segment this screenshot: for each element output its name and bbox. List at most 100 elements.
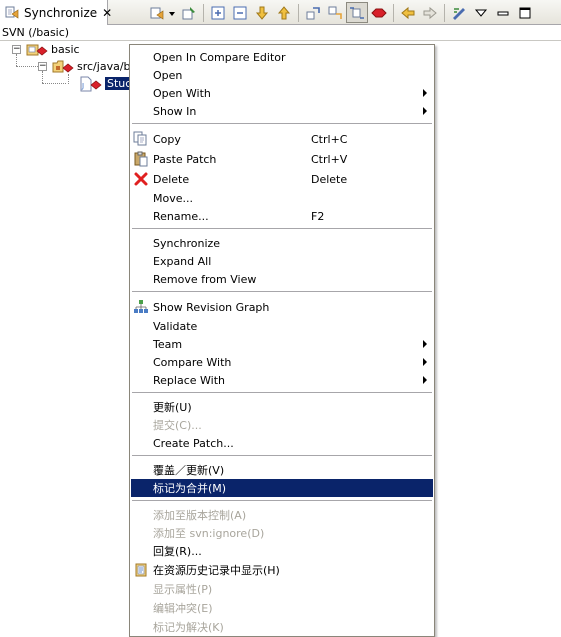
menu-item-replace-with[interactable]: Replace With [131,371,433,389]
menu-item-validate[interactable]: Validate [131,317,433,335]
menu-item-label: Paste Patch [153,152,217,166]
menu-separator [132,500,432,502]
menu-item-open[interactable]: Open [131,66,433,84]
collapse-toggle[interactable]: − [12,45,21,54]
menu-item-override-and-update[interactable]: 覆盖／更新(V) [131,461,433,479]
conflicts-mode-icon[interactable] [368,2,390,23]
menu-separator [132,123,432,125]
menu-item-label: Show Revision Graph [153,300,270,314]
tab-synchronize[interactable]: Synchronize ✕ [0,0,112,25]
history-icon [133,562,153,578]
menu-item-delete[interactable]: Delete Delete [131,170,433,188]
package-outgoing-icon [52,59,74,75]
view-menu-icon[interactable] [470,2,492,23]
collapse-all-icon[interactable] [229,2,251,23]
both-mode-icon[interactable] [346,2,368,23]
menu-separator [132,392,432,394]
expand-all-icon[interactable] [207,2,229,23]
menu-item-label: Move... [153,191,193,205]
menu-item-label: Compare With [153,355,232,369]
menu-item-accelerator: Delete [311,172,348,186]
menu-item-compare-with[interactable]: Compare With [131,353,433,371]
menu-item-label: Team [153,337,183,351]
tab-label: Synchronize [24,5,98,20]
menu-item-label: 标记为合并(M) [153,482,227,495]
svg-text:J: J [81,82,84,90]
menu-item-team[interactable]: Team [131,335,433,353]
menu-item-show-in[interactable]: Show In [131,102,433,120]
incoming-mode-icon[interactable] [302,2,324,23]
menu-separator [132,455,432,457]
toolbar-separator [298,3,299,22]
toolbar-separator [393,3,394,22]
menu-item-show-properties: 显示属性(P) [131,580,433,598]
menu-item-paste-patch[interactable]: Paste Patch Ctrl+V [131,150,433,168]
tree-guide-line [42,83,66,84]
menu-item-label: Expand All [153,254,212,268]
tree-item-file[interactable]: J Stuc [80,75,135,92]
menu-item-label: Copy [153,132,181,146]
menu-item-expand-all[interactable]: Expand All [131,252,433,270]
collapse-toggle[interactable]: − [38,62,47,71]
next-icon[interactable] [251,2,273,23]
menu-item-mark-as-merged[interactable]: 标记为合并(M) [131,479,433,497]
menu-item-synchronize[interactable]: Synchronize [131,234,433,252]
menu-item-label: Create Patch... [153,436,234,450]
menu-item-commit: 提交(C)... [131,416,433,434]
menu-item-remove-from-view[interactable]: Remove from View [131,270,433,288]
menu-item-show-in-resource-history[interactable]: 在资源历史记录中显示(H) [131,561,433,579]
toolbar-separator [444,3,445,22]
back-icon[interactable] [397,2,419,23]
menu-item-open-with[interactable]: Open With [131,84,433,102]
previous-icon[interactable] [273,2,295,23]
menu-item-label: Open [153,68,183,82]
tree-item-label: basic [51,43,80,56]
menu-item-mark-resolved: 标记为解决(K) [131,618,433,636]
menu-item-accelerator: F2 [311,209,325,223]
close-icon[interactable]: ✕ [102,6,112,20]
tree-guide-line [68,74,69,84]
menu-item-rename[interactable]: Rename... F2 [131,207,433,225]
menu-item-add-to-version-control: 添加至版本控制(A) [131,506,433,524]
menu-item-label: Validate [153,319,198,333]
menu-item-show-revision-graph[interactable]: Show Revision Graph [131,298,433,316]
tree-item-label: src/java/b [77,60,131,73]
pin-icon[interactable] [178,2,200,23]
menu-item-label: Show In [153,104,197,118]
menu-item-label: 覆盖／更新(V) [153,464,225,477]
tree-item-package[interactable]: − src/java/b [38,58,131,75]
menu-separator [132,228,432,230]
menu-item-update[interactable]: 更新(U) [131,398,433,416]
menu-item-label: Synchronize [153,236,221,250]
menu-item-label: 更新(U) [153,401,192,414]
menu-item-accelerator: Ctrl+C [311,132,348,146]
menu-item-label: 回复(R)... [153,545,202,558]
menu-item-open-in-compare-editor[interactable]: Open In Compare Editor [131,48,433,66]
minimize-icon[interactable] [492,2,514,23]
outgoing-mode-icon[interactable] [324,2,346,23]
synchronize-dropdown-button[interactable] [148,2,178,23]
synchronize-scope-label: SVN (/basic) [0,25,561,41]
menu-item-move[interactable]: Move... [131,189,433,207]
menu-item-label: 显示属性(P) [153,583,213,596]
menu-item-add-to-svn-ignore: 添加至 svn:ignore(D) [131,524,433,542]
submenu-arrow-icon [423,107,427,115]
menu-separator [132,291,432,293]
tree-item-project[interactable]: − basic [12,41,80,58]
preferences-icon[interactable] [448,2,470,23]
menu-item-revert[interactable]: 回复(R)... [131,542,433,560]
maximize-icon[interactable] [514,2,536,23]
copy-icon [133,131,153,147]
submenu-arrow-icon [423,358,427,366]
project-outgoing-icon [26,42,48,58]
menu-item-label: 编辑冲突(E) [153,602,213,615]
forward-icon[interactable] [419,2,441,23]
submenu-arrow-icon [423,376,427,384]
menu-item-create-patch[interactable]: Create Patch... [131,434,433,452]
menu-item-label: 添加至 svn:ignore(D) [153,527,265,540]
menu-item-copy[interactable]: Copy Ctrl+C [131,130,433,148]
revision-graph-icon [133,299,153,315]
menu-item-accelerator: Ctrl+V [311,152,348,166]
paste-icon [133,151,153,167]
delete-icon [133,171,153,187]
